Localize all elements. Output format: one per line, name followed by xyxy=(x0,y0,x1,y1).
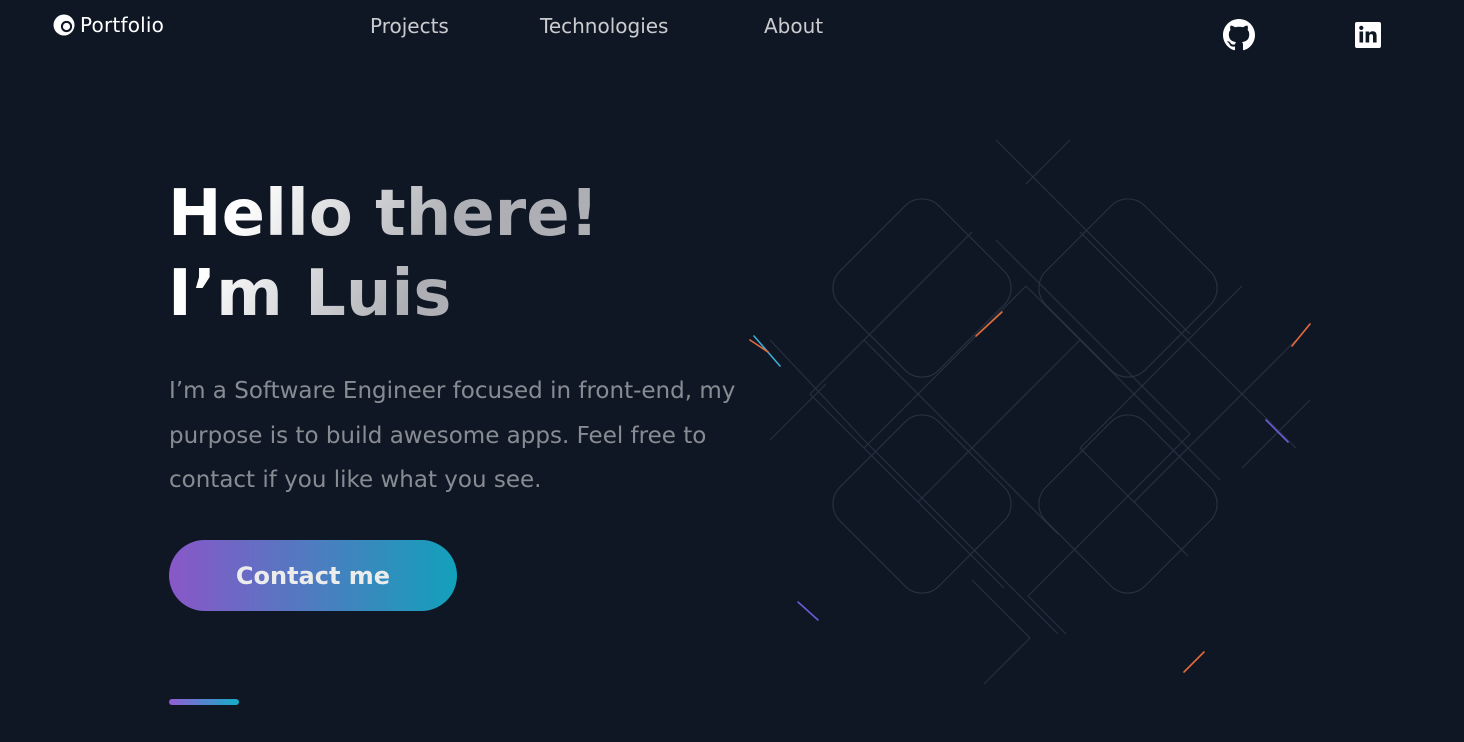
hero-title: Hello there! I’m Luis xyxy=(168,174,599,334)
background-pattern-graphic xyxy=(749,139,1311,685)
github-link[interactable] xyxy=(1223,19,1255,51)
section-divider xyxy=(169,699,239,705)
nav-technologies[interactable]: Technologies xyxy=(540,14,668,38)
nav-projects[interactable]: Projects xyxy=(370,14,449,38)
logo-icon xyxy=(53,14,75,36)
github-icon xyxy=(1223,19,1255,51)
hero-title-line-2: I’m Luis xyxy=(168,257,452,331)
linkedin-link[interactable] xyxy=(1352,19,1384,51)
hero-description: I’m a Software Engineer focused in front… xyxy=(169,378,736,493)
logo-text: Portfolio xyxy=(80,13,165,37)
hero-title-line-1: Hello there! xyxy=(168,177,599,251)
contact-me-button[interactable]: Contact me xyxy=(169,540,457,611)
logo-link[interactable]: Portfolio xyxy=(52,13,164,37)
linkedin-icon xyxy=(1355,22,1381,48)
nav-about[interactable]: About xyxy=(764,14,823,38)
